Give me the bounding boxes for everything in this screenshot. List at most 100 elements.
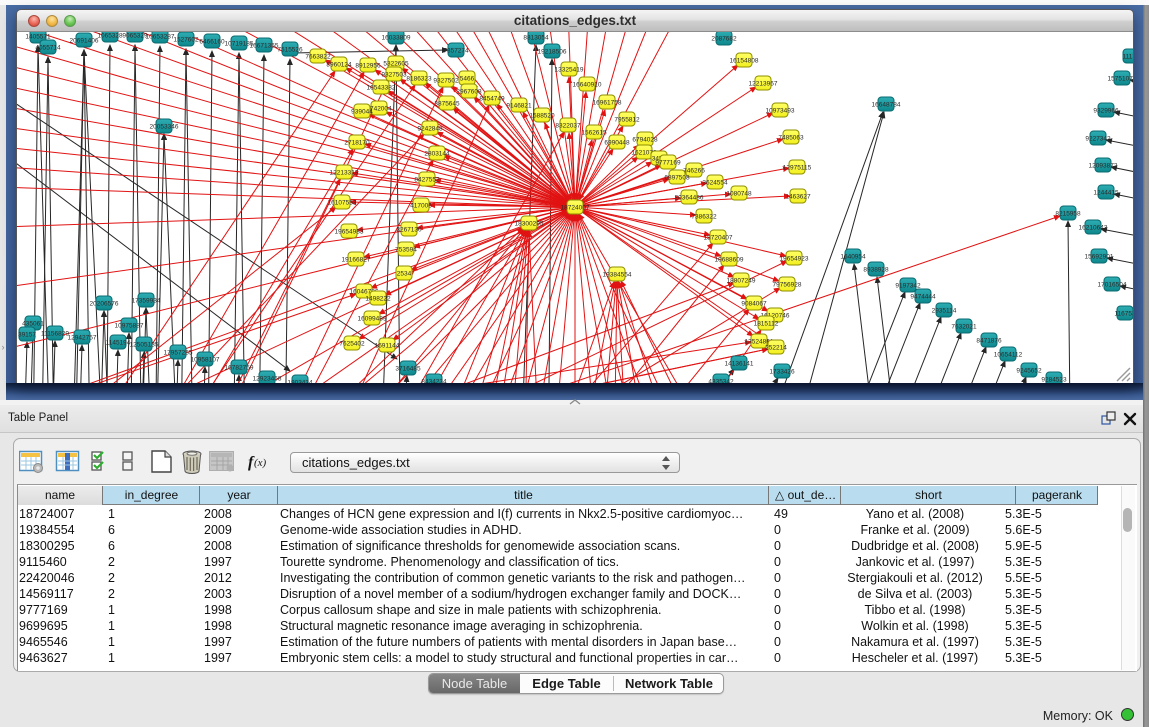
svg-text:12923468: 12923468 bbox=[253, 376, 282, 383]
svg-text:5322605: 5322605 bbox=[383, 61, 409, 68]
svg-text:79756928: 79756928 bbox=[773, 282, 802, 289]
svg-text:939044: 939044 bbox=[351, 109, 373, 116]
svg-text:2534: 2534 bbox=[397, 271, 412, 278]
svg-text:9146821: 9146821 bbox=[506, 103, 532, 110]
svg-text:15751074: 15751074 bbox=[1108, 76, 1133, 83]
svg-text:18720407: 18720407 bbox=[704, 235, 733, 242]
svg-text:3267130: 3267130 bbox=[396, 227, 422, 234]
svg-text:417006: 417006 bbox=[410, 203, 432, 210]
svg-text:3716485: 3716485 bbox=[395, 366, 421, 373]
svg-text:1080748: 1080748 bbox=[726, 191, 752, 198]
svg-text:2718170: 2718170 bbox=[344, 140, 370, 147]
svg-text:4335342: 4335342 bbox=[708, 379, 734, 384]
svg-text:16033809: 16033809 bbox=[382, 35, 411, 42]
svg-text:18300295: 18300295 bbox=[515, 221, 544, 228]
svg-text:8427552: 8427552 bbox=[414, 177, 440, 184]
svg-text:7386322: 7386322 bbox=[691, 214, 717, 221]
svg-text:1588520: 1588520 bbox=[529, 113, 555, 120]
svg-text:8912956: 8912956 bbox=[355, 63, 381, 70]
svg-text:10973493: 10973493 bbox=[766, 108, 795, 115]
svg-text:8434234: 8434234 bbox=[421, 379, 447, 384]
svg-text:7485063: 7485063 bbox=[778, 135, 804, 142]
svg-text:9245652: 9245652 bbox=[1016, 368, 1042, 375]
svg-text:16099489: 16099489 bbox=[358, 316, 387, 323]
svg-text:8186323: 8186323 bbox=[406, 76, 432, 83]
svg-text:1527602: 1527602 bbox=[173, 37, 199, 44]
svg-text:9084067: 9084067 bbox=[741, 301, 767, 308]
svg-text:1244415: 1244415 bbox=[1093, 190, 1119, 197]
svg-text:9242848: 9242848 bbox=[417, 126, 443, 133]
svg-text:1815112: 1815112 bbox=[754, 321, 779, 328]
svg-text:16210643: 16210643 bbox=[1079, 225, 1108, 232]
svg-text:20206576: 20206576 bbox=[90, 301, 119, 308]
svg-text:252214: 252214 bbox=[765, 345, 787, 352]
svg-text:12213967: 12213967 bbox=[749, 81, 778, 88]
svg-text:435061: 435061 bbox=[22, 321, 44, 328]
svg-text:1733426: 1733426 bbox=[769, 369, 795, 376]
svg-text:1691144: 1691144 bbox=[375, 343, 400, 350]
svg-text:1065328: 1065328 bbox=[97, 33, 123, 40]
svg-text:6466160: 6466160 bbox=[199, 39, 225, 46]
svg-text:6990448: 6990448 bbox=[604, 140, 630, 147]
svg-text:11156829: 11156829 bbox=[41, 331, 69, 338]
svg-text:16648784: 16648784 bbox=[872, 102, 901, 109]
svg-text:16154808: 16154808 bbox=[730, 58, 759, 65]
svg-text:1405571: 1405571 bbox=[25, 34, 51, 41]
svg-text:3624554: 3624554 bbox=[702, 180, 728, 187]
svg-text:17359934: 17359934 bbox=[132, 298, 161, 305]
svg-text:7625402: 7625402 bbox=[339, 341, 365, 348]
svg-text:10958107: 10958107 bbox=[191, 357, 220, 364]
svg-text:9777169: 9777169 bbox=[655, 160, 681, 167]
svg-text:9327503: 9327503 bbox=[381, 72, 407, 79]
svg-text:2935114: 2935114 bbox=[932, 308, 957, 315]
svg-text:7663822: 7663822 bbox=[305, 54, 331, 61]
svg-text:(x): (x) bbox=[254, 457, 267, 469]
svg-text:3875645: 3875645 bbox=[434, 101, 460, 108]
svg-text:2967608: 2967608 bbox=[456, 89, 482, 96]
svg-text:18724007: 18724007 bbox=[561, 205, 590, 212]
svg-text:1640954: 1640954 bbox=[840, 254, 866, 261]
svg-text:1562615: 1562615 bbox=[581, 130, 607, 137]
svg-text:8322037: 8322037 bbox=[555, 123, 581, 130]
svg-text:8215958: 8215958 bbox=[1055, 211, 1081, 218]
svg-text:7632021: 7632021 bbox=[951, 324, 977, 331]
svg-text:16107553: 16107553 bbox=[328, 200, 357, 207]
svg-text:4055714: 4055714 bbox=[35, 45, 61, 52]
svg-text:16543382: 16543382 bbox=[367, 85, 396, 92]
svg-text:1145194: 1145194 bbox=[106, 340, 131, 347]
svg-text:13325419: 13325419 bbox=[555, 67, 584, 74]
svg-text:16640910: 16640910 bbox=[573, 82, 602, 89]
svg-text:39157: 39157 bbox=[18, 332, 36, 339]
svg-text:1903434: 1903434 bbox=[287, 380, 313, 384]
svg-text:19654983: 19654983 bbox=[335, 229, 364, 236]
svg-text:10653287: 10653287 bbox=[146, 34, 175, 41]
svg-text:8813054: 8813054 bbox=[523, 35, 549, 42]
svg-text:6897508: 6897508 bbox=[664, 175, 690, 182]
svg-text:9197342: 9197342 bbox=[895, 283, 921, 290]
svg-text:8454749: 8454749 bbox=[479, 96, 505, 103]
svg-text:7955812: 7955812 bbox=[614, 117, 640, 124]
svg-text:20691406: 20691406 bbox=[70, 38, 99, 45]
svg-text:18807249: 18807249 bbox=[727, 278, 756, 285]
svg-text:6794028: 6794028 bbox=[632, 137, 658, 144]
svg-text:2803144: 2803144 bbox=[424, 151, 450, 158]
svg-text:10975887: 10975887 bbox=[115, 323, 144, 330]
svg-text:9327502: 9327502 bbox=[433, 78, 459, 85]
svg-text:12942757: 12942757 bbox=[68, 335, 97, 342]
svg-text:17957255: 17957255 bbox=[164, 350, 193, 357]
svg-text:16671355: 16671355 bbox=[250, 43, 279, 50]
svg-text:8938928: 8938928 bbox=[863, 267, 889, 274]
svg-text:8471876: 8471876 bbox=[976, 338, 1002, 345]
svg-text:9474444: 9474444 bbox=[910, 294, 936, 301]
svg-text:1498222: 1498222 bbox=[365, 296, 391, 303]
svg-text:12505135: 12505135 bbox=[130, 342, 159, 349]
svg-text:9227342: 9227342 bbox=[1085, 136, 1111, 143]
svg-text:15692901: 15692901 bbox=[1085, 254, 1114, 261]
svg-text:12093872: 12093872 bbox=[1089, 163, 1118, 170]
svg-text:20053346: 20053346 bbox=[150, 124, 179, 131]
svg-text:12975115: 12975115 bbox=[783, 165, 812, 172]
svg-text:14136141: 14136141 bbox=[725, 361, 754, 368]
svg-text:8960124: 8960124 bbox=[326, 62, 352, 69]
svg-text:19384554: 19384554 bbox=[603, 272, 632, 279]
svg-text:746266: 746266 bbox=[683, 168, 705, 175]
